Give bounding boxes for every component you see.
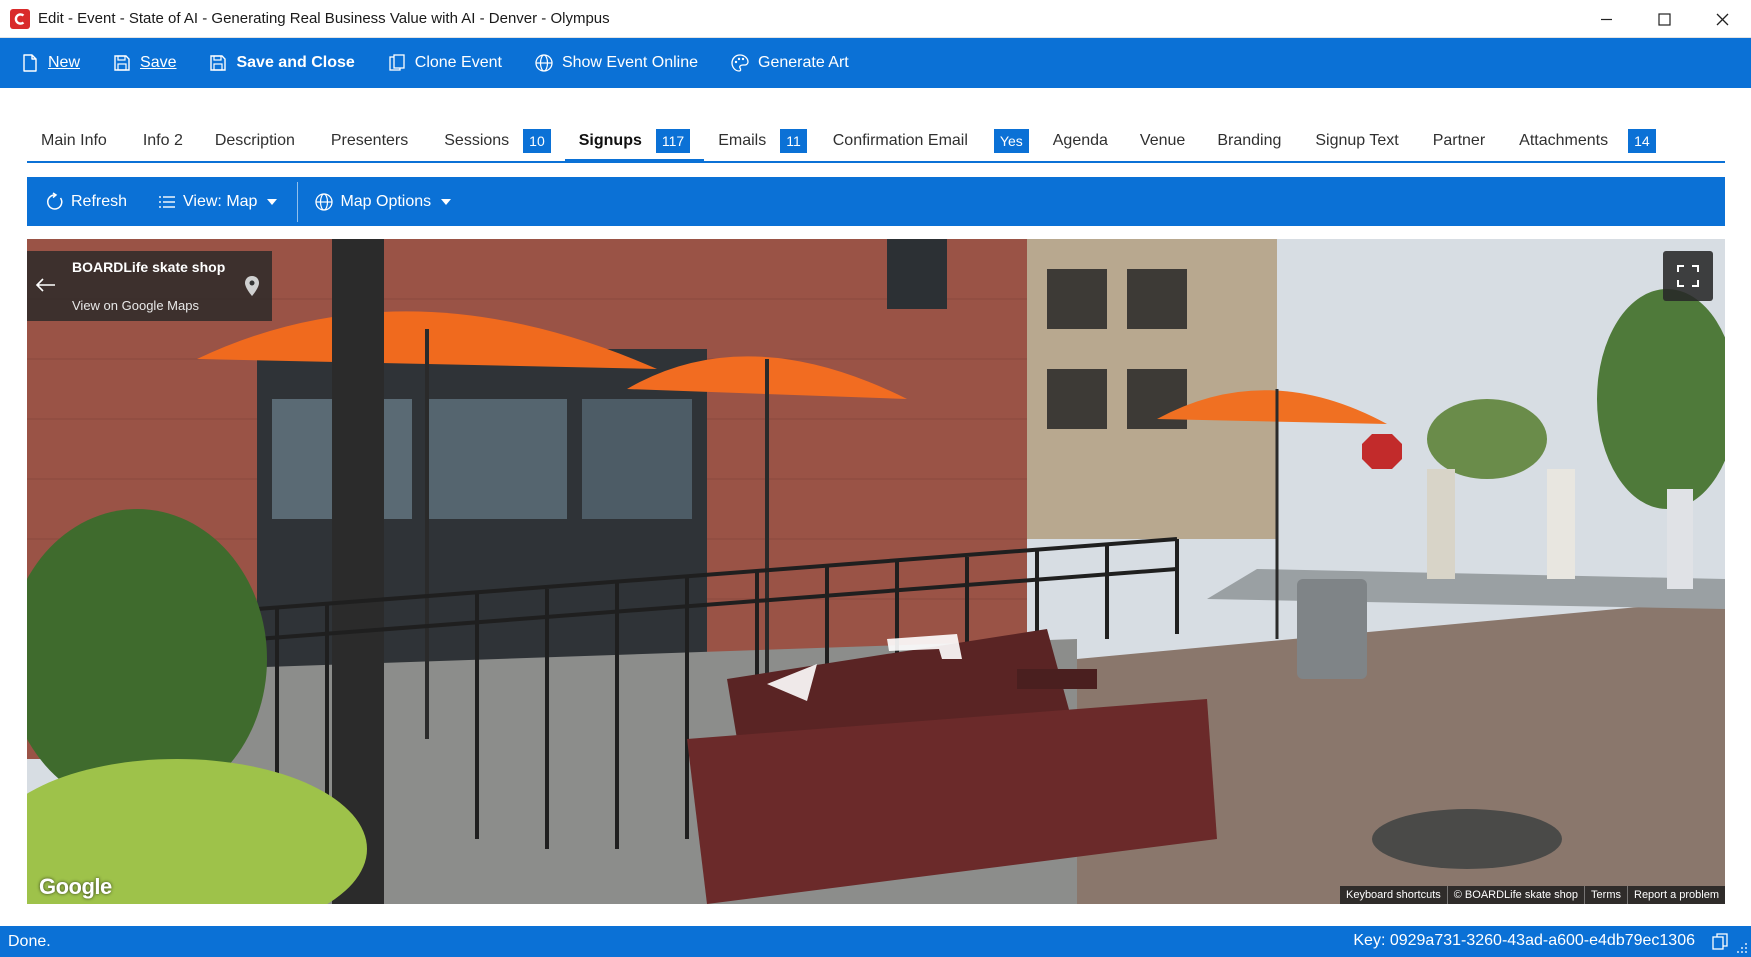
tab-emails[interactable]: Emails 11 bbox=[704, 120, 821, 161]
tab-venue[interactable]: Venue bbox=[1122, 120, 1199, 161]
minimize-button[interactable] bbox=[1577, 0, 1635, 38]
save-icon bbox=[114, 55, 130, 71]
terms-link[interactable]: Terms bbox=[1584, 886, 1627, 904]
app-logo-icon bbox=[10, 8, 30, 29]
copy-icon[interactable] bbox=[1712, 933, 1729, 950]
status-text: Done. bbox=[8, 932, 51, 950]
view-dropdown[interactable]: View: Map bbox=[157, 192, 278, 212]
maximize-icon bbox=[1657, 12, 1671, 26]
tab-label: Partner bbox=[1432, 131, 1486, 149]
close-icon bbox=[1716, 13, 1728, 25]
list-icon bbox=[159, 195, 176, 208]
window-title: Edit - Event - State of AI - Generating … bbox=[38, 10, 610, 27]
tab-signup-text[interactable]: Signup Text bbox=[1295, 120, 1412, 161]
clone-event-button[interactable]: Clone Event bbox=[387, 53, 502, 73]
refresh-label: Refresh bbox=[71, 192, 128, 210]
map-toolbar: Refresh View: Map Map Options bbox=[27, 177, 1725, 226]
new-button[interactable]: New bbox=[20, 53, 80, 73]
globe-icon bbox=[535, 54, 553, 72]
tab-sessions[interactable]: Sessions 10 bbox=[422, 120, 565, 161]
toolbar-divider bbox=[297, 181, 299, 222]
street-view-image[interactable] bbox=[27, 239, 1725, 904]
chevron-down-icon bbox=[441, 198, 452, 205]
generate-art-button[interactable]: Generate Art bbox=[730, 53, 849, 73]
tab-label: Venue bbox=[1139, 131, 1186, 149]
save-label: Save bbox=[140, 54, 177, 71]
street-view-panorama[interactable]: BOARDLife skate shop View on Google Maps… bbox=[27, 239, 1725, 904]
place-info-card: BOARDLife skate shop View on Google Maps bbox=[27, 251, 272, 321]
save-close-icon bbox=[210, 55, 227, 71]
close-button[interactable] bbox=[1693, 0, 1751, 38]
tab-label: Branding bbox=[1217, 131, 1282, 149]
record-key-text: Key: 0929a731-3260-43ad-a600-e4db79ec130… bbox=[1353, 932, 1695, 949]
fullscreen-button[interactable] bbox=[1663, 251, 1713, 301]
save-button[interactable]: Save bbox=[112, 53, 176, 73]
emails-count-badge: 11 bbox=[780, 128, 807, 153]
view-on-google-maps-link[interactable]: View on Google Maps bbox=[72, 298, 199, 313]
tab-label: Agenda bbox=[1052, 131, 1108, 149]
tab-agenda[interactable]: Agenda bbox=[1043, 120, 1122, 161]
tab-branding[interactable]: Branding bbox=[1199, 120, 1295, 161]
confirmation-email-badge: Yes bbox=[993, 128, 1029, 153]
show-event-online-label: Show Event Online bbox=[561, 54, 699, 71]
place-name: BOARDLife skate shop bbox=[72, 259, 226, 275]
report-problem-link[interactable]: Report a problem bbox=[1627, 886, 1725, 904]
minimize-icon bbox=[1600, 18, 1612, 20]
clone-event-label: Clone Event bbox=[414, 54, 502, 71]
tab-signups[interactable]: Signups 117 bbox=[564, 120, 705, 163]
tab-attachments[interactable]: Attachments 14 bbox=[1499, 120, 1670, 161]
tab-label: Sessions bbox=[444, 131, 510, 149]
copyright-text: © BOARDLife skate shop bbox=[1446, 886, 1584, 904]
tab-label: Info 2 bbox=[142, 131, 183, 149]
ribbon-toolbar: New Save Save and Close Clone Event Show… bbox=[0, 38, 1751, 88]
new-document-icon bbox=[23, 54, 37, 72]
map-options-label: Map Options bbox=[340, 192, 432, 210]
attachments-count-badge: 14 bbox=[1628, 128, 1656, 153]
tab-partner[interactable]: Partner bbox=[1413, 120, 1499, 161]
tab-label: Presenters bbox=[330, 131, 409, 149]
map-attribution-bar: Keyboard shortcuts © BOARDLife skate sho… bbox=[1339, 886, 1725, 904]
status-bar: Done. Key: 0929a731-3260-43ad-a600-e4db7… bbox=[0, 926, 1751, 957]
maximize-button[interactable] bbox=[1635, 0, 1693, 38]
tab-label: Description bbox=[214, 131, 295, 149]
chevron-down-icon bbox=[267, 198, 278, 205]
sessions-count-badge: 10 bbox=[523, 128, 551, 153]
save-and-close-button[interactable]: Save and Close bbox=[208, 53, 355, 73]
refresh-button[interactable]: Refresh bbox=[45, 191, 128, 212]
tab-main-info[interactable]: Main Info bbox=[27, 120, 121, 161]
map-options-dropdown[interactable]: Map Options bbox=[314, 192, 452, 212]
save-and-close-label: Save and Close bbox=[236, 54, 355, 71]
keyboard-shortcuts-link[interactable]: Keyboard shortcuts bbox=[1340, 886, 1447, 904]
tab-label: Attachments bbox=[1519, 131, 1609, 149]
palette-icon bbox=[731, 54, 749, 72]
generate-art-label: Generate Art bbox=[758, 54, 849, 71]
back-arrow-icon[interactable] bbox=[33, 275, 57, 295]
resize-grip-icon[interactable] bbox=[1736, 942, 1748, 954]
refresh-icon bbox=[47, 191, 63, 210]
view-label: View: Map bbox=[183, 192, 258, 210]
clipboard-icon bbox=[389, 54, 405, 71]
globe-icon bbox=[315, 192, 334, 211]
tab-label: Main Info bbox=[41, 131, 107, 149]
tab-label: Signup Text bbox=[1315, 131, 1399, 149]
map-pin-icon bbox=[245, 276, 259, 296]
show-event-online-button[interactable]: Show Event Online bbox=[534, 53, 698, 73]
tab-strip: Main Info Info 2 Description Presenters … bbox=[27, 120, 1725, 163]
tab-label: Emails bbox=[718, 131, 767, 149]
tab-confirmation-email[interactable]: Confirmation Email Yes bbox=[821, 120, 1043, 161]
tab-description[interactable]: Description bbox=[197, 120, 309, 161]
signups-count-badge: 117 bbox=[655, 128, 691, 153]
tab-info-2[interactable]: Info 2 bbox=[121, 120, 197, 161]
google-logo: Google bbox=[39, 874, 112, 899]
title-bar: Edit - Event - State of AI - Generating … bbox=[0, 0, 1751, 38]
tab-label: Signups bbox=[578, 131, 642, 149]
new-label: New bbox=[48, 54, 81, 71]
tab-label: Confirmation Email bbox=[832, 131, 968, 149]
tab-presenters[interactable]: Presenters bbox=[309, 120, 422, 161]
fullscreen-icon bbox=[1677, 265, 1699, 287]
